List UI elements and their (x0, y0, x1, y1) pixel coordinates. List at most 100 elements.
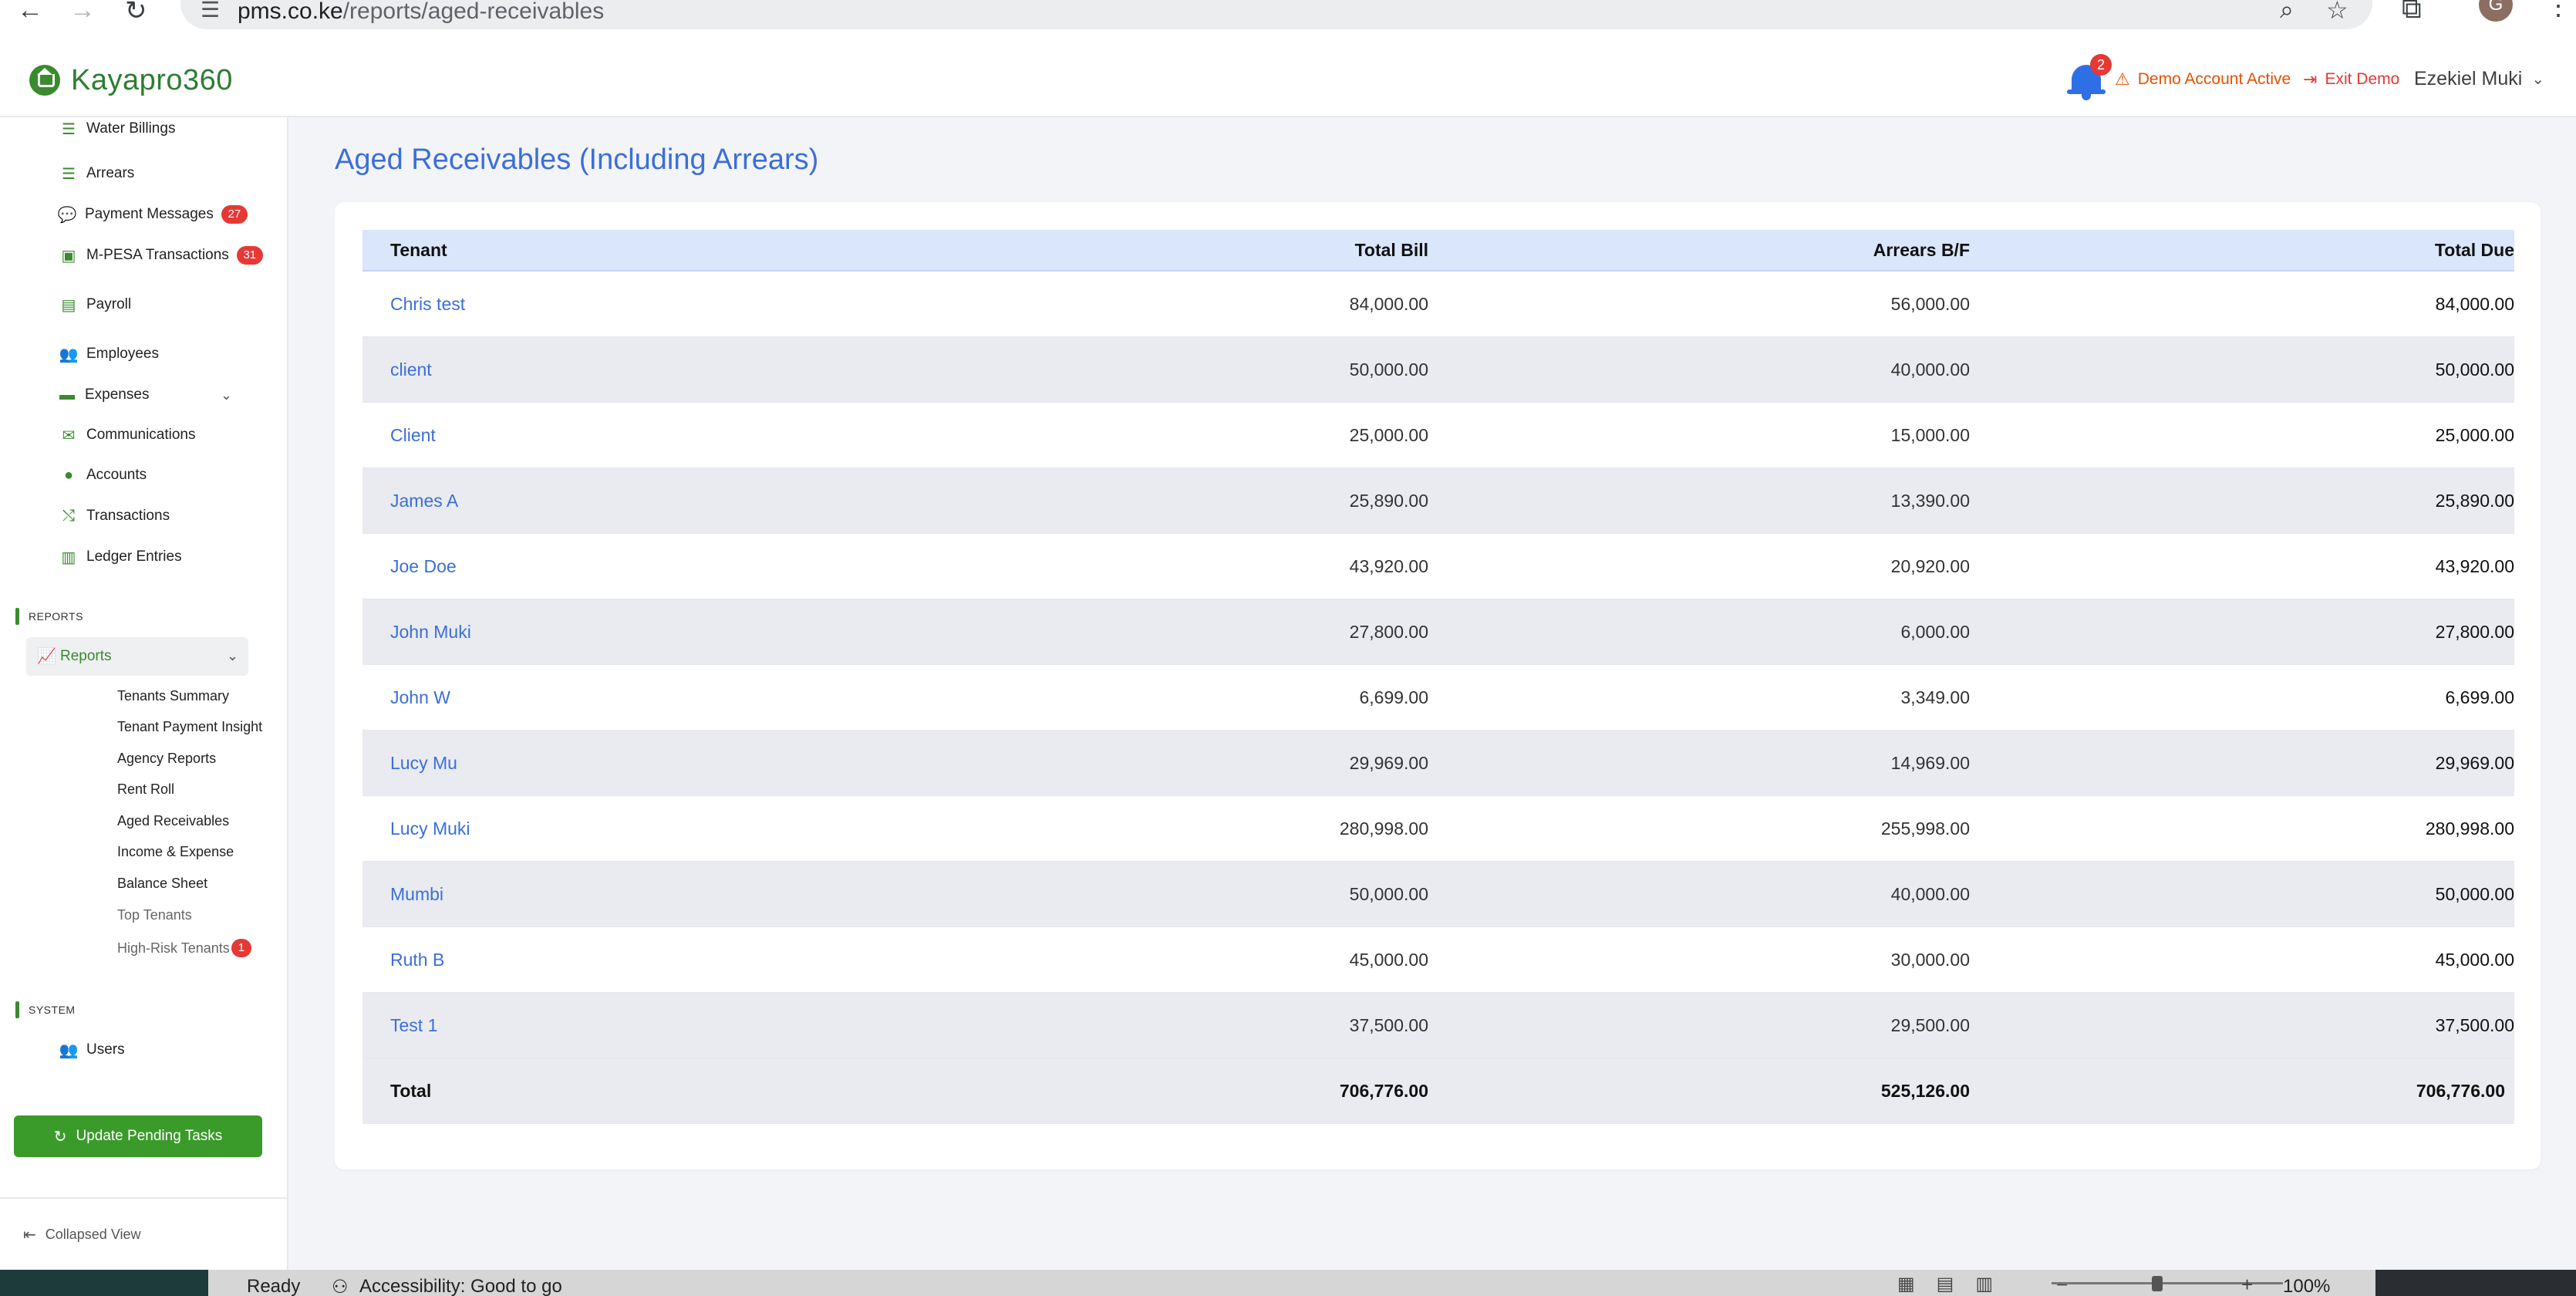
sidebar-item-ledger-entries[interactable]: ▥ Ledger Entries (59, 545, 182, 569)
shuffle-icon: ⤭ (62, 507, 75, 525)
tenant-link[interactable]: client (390, 337, 776, 402)
sidebar-item-accounts[interactable]: ● Accounts (59, 464, 147, 487)
column-header-total-bill[interactable]: Total Bill (1134, 230, 1428, 270)
sidebar-subitem-tenants-summary[interactable]: Tenants Summary (117, 685, 229, 707)
zoom-magnifier-icon[interactable]: ⌕ (2280, 0, 2294, 25)
zoom-level[interactable]: 100% (2283, 1276, 2330, 1296)
address-bar[interactable]: ☰ pms.co.ke/reports/aged-receivables ⌕ ☆ (180, 0, 2372, 29)
sidebar-item-payment-messages[interactable]: 💬 Payment Messages 27 (57, 203, 248, 226)
tenant-link[interactable]: James A (390, 468, 776, 533)
total-bill-cell: 43,920.00 (1349, 555, 1428, 576)
back-arrow-icon[interactable]: ← (17, 0, 43, 25)
browser-menu-icon[interactable]: ⋮ (2545, 0, 2571, 22)
accessibility-status[interactable]: Accessibility: Good to go (359, 1276, 562, 1296)
total-bill-cell: 84,000.00 (1349, 293, 1428, 314)
user-menu[interactable]: Ezekiel Muki ⌄ (2414, 68, 2544, 90)
sidebar-subitem-tenant-payment-insight[interactable]: Tenant Payment Insight (117, 716, 262, 737)
zoom-out-icon[interactable]: − (2056, 1273, 2068, 1296)
sidebar-item-label: Communications (86, 427, 196, 443)
column-header-total-due[interactable]: Total Due (2136, 230, 2514, 270)
total-due-cell: 6,699.00 (2445, 687, 2514, 707)
tenant-link[interactable]: Client (390, 403, 776, 467)
notifications-bell-icon[interactable]: 2 (2067, 54, 2112, 100)
sidebar-item-communications[interactable]: ✉ Communications (59, 424, 196, 447)
sidebar-item-label: Users (86, 1041, 125, 1058)
tenant-link[interactable]: John W (390, 665, 776, 730)
exit-demo-link[interactable]: ⇥ Exit Demo (2303, 69, 2399, 89)
subitem-label: Aged Receivables (117, 812, 230, 829)
sidebar-subitem-agency-reports[interactable]: Agency Reports (117, 748, 216, 769)
forward-arrow-icon[interactable]: → (69, 0, 96, 25)
total-due-cell: 27,800.00 (2435, 621, 2514, 642)
reload-icon[interactable]: ↻ (125, 0, 147, 26)
total-bill-cell: 50,000.00 (1349, 359, 1428, 380)
sidebar-item-users[interactable]: 👥 Users (59, 1038, 125, 1061)
total-bill-cell: 280,998.00 (1339, 818, 1428, 839)
zoom-slider-handle[interactable] (2152, 1276, 2163, 1291)
list-icon: ☰ (62, 165, 76, 183)
tenant-link[interactable]: Joe Doe (390, 534, 776, 599)
column-header-tenant[interactable]: Tenant (390, 230, 776, 270)
extensions-puzzle-icon[interactable]: ⧉ (2402, 0, 2422, 25)
update-button-label: Update Pending Tasks (76, 1128, 223, 1144)
zoom-in-icon[interactable]: + (2241, 1273, 2253, 1296)
total-due-cell: 43,920.00 (2435, 555, 2514, 576)
sidebar-item-arrears[interactable]: ☰ Arrears (59, 162, 134, 185)
sidebar-item-label: Payroll (86, 296, 132, 312)
total-label: Total (390, 1080, 432, 1101)
sidebar-item-label: Transactions (86, 508, 170, 524)
sidebar-subitem-balance-sheet[interactable]: Balance Sheet (117, 872, 207, 894)
url-text[interactable]: pms.co.ke/reports/aged-receivables (238, 0, 604, 25)
total-bill-cell: 6,699.00 (1359, 687, 1428, 707)
book-icon: ▥ (61, 548, 76, 566)
tenant-link[interactable]: Test 1 (390, 993, 776, 1058)
sidebar-item-label: Ledger Entries (86, 548, 182, 565)
table-row: Lucy Muki 280,998.00 255,998.00 280,998.… (362, 796, 2514, 862)
site-settings-icon[interactable]: ☰ (201, 0, 220, 22)
sidebar-item-water-billings[interactable]: ☰ Water Billings (59, 117, 175, 140)
bookmark-star-icon[interactable]: ☆ (2326, 0, 2348, 25)
tenant-link[interactable]: Lucy Mu (390, 731, 776, 795)
wallet-icon: ▬ (59, 386, 75, 403)
sidebar-subitem-top-tenants[interactable]: Top Tenants (117, 904, 192, 926)
tenant-link[interactable]: Chris test (390, 272, 776, 336)
sidebar-subitem-income-expense[interactable]: Income & Expense (117, 841, 234, 862)
accessibility-icon[interactable]: ⚇ (332, 1276, 349, 1296)
brand-name: Kayapro360 (71, 63, 233, 96)
status-bar-inner: Ready ⚇ Accessibility: Good to go ▦▤▥ − … (208, 1270, 2375, 1296)
sidebar-item-employees[interactable]: 👥 Employees (59, 343, 159, 366)
arrears-bf-cell: 30,000.00 (1890, 949, 1970, 970)
tenant-link[interactable]: Ruth B (390, 927, 776, 992)
sidebar-item-expenses[interactable]: ▬ Expenses ⌄ (57, 383, 232, 407)
chevron-down-icon: ⌄ (227, 648, 239, 663)
arrears-bf-cell: 15,000.00 (1890, 424, 1970, 445)
sidebar[interactable]: ☰ Water Billings ☰ Arrears 💬 Payment Mes… (0, 117, 288, 1270)
sidebar-subitem-rent-roll[interactable]: Rent Roll (117, 778, 174, 800)
tenant-link[interactable]: Mumbi (390, 862, 776, 926)
chart-line-icon: 📈 (37, 648, 56, 665)
sign-out-icon: ⇥ (2303, 69, 2318, 89)
total-bill-cell: 45,000.00 (1349, 949, 1428, 970)
tenant-link[interactable]: John Muki (390, 599, 776, 664)
arrears-bf-cell: 29,500.00 (1890, 1014, 1970, 1035)
collapsed-view-toggle[interactable]: ⇤ Collapsed View (23, 1225, 141, 1244)
brand-logo[interactable]: Kayapro360 (29, 62, 233, 99)
sidebar-item-transactions[interactable]: ⤭ Transactions (59, 505, 170, 528)
section-label-text: REPORTS (29, 610, 83, 623)
view-mode-icons[interactable]: ▦▤▥ (1897, 1273, 2015, 1295)
sidebar-item-label: Arrears (86, 165, 135, 181)
column-header-arrears-bf[interactable]: Arrears B/F (1674, 230, 1970, 270)
profile-avatar[interactable]: G (2479, 0, 2513, 22)
warning-triangle-icon: ⚠ (2115, 69, 2130, 89)
subitem-label: Agency Reports (117, 750, 217, 766)
sidebar-subitem-high-risk-tenants[interactable]: High-Risk Tenants 1 (117, 937, 251, 959)
collapse-label: Collapsed View (45, 1227, 141, 1242)
update-pending-tasks-button[interactable]: ↻ Update Pending Tasks (14, 1115, 262, 1157)
sidebar-item-reports[interactable]: 📈 Reports ⌄ (26, 637, 248, 676)
sidebar-item-payroll[interactable]: ▤ Payroll (59, 293, 132, 316)
chat-icon: 💬 (57, 206, 77, 224)
arrears-bf-cell: 14,969.00 (1890, 752, 1970, 773)
tenant-link[interactable]: Lucy Muki (390, 796, 776, 861)
sidebar-item-mpesa-transactions[interactable]: ▣ M-PESA Transactions 31 (59, 244, 263, 267)
sidebar-subitem-aged-receivables[interactable]: Aged Receivables (117, 810, 229, 832)
